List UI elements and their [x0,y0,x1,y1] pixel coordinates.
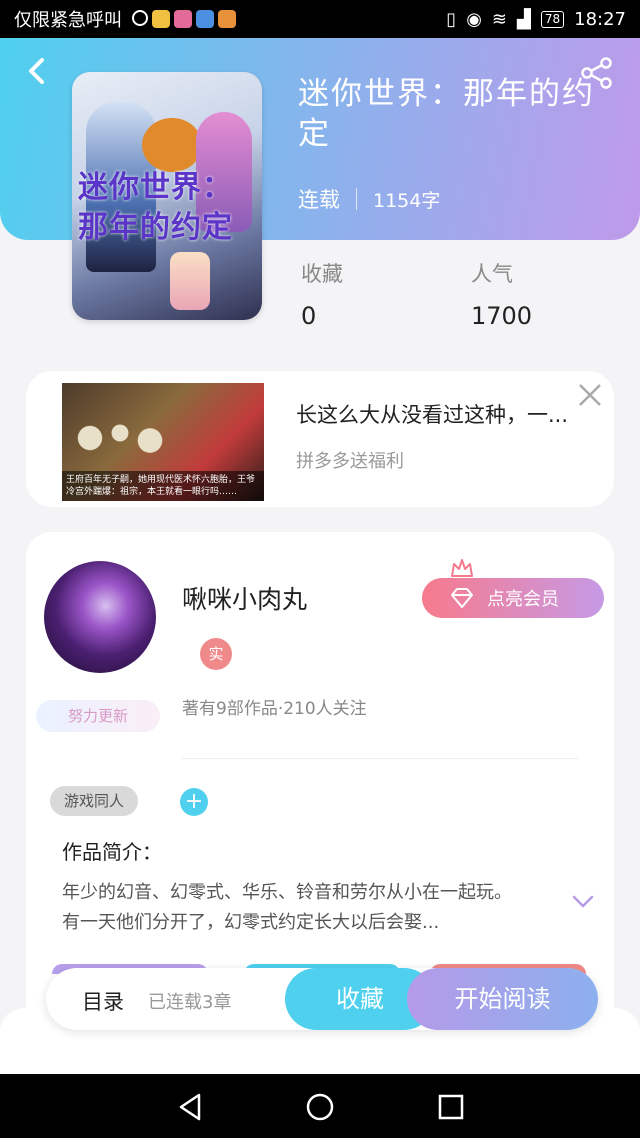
navigation-bar [0,1074,640,1138]
cover-title-text: 迷你世界：那年的约定 [78,170,233,245]
notification-icons [132,10,236,28]
crown-icon [451,559,473,577]
intro-label: 作品简介： [62,840,162,864]
cover-pumpkin-figure [142,118,202,172]
expand-intro-button[interactable] [572,894,594,908]
favorites-label: 收藏 [301,262,343,286]
chevron-left-icon [29,58,44,84]
app-icon-orange [218,10,236,28]
app-icon-pink [174,10,192,28]
author-stats: 著有9部作品·210人关注 [182,699,367,719]
clock: 18:27 [574,8,626,30]
author-name[interactable]: 啾咪小肉丸 [182,580,307,616]
eye-icon: ◉ [466,8,482,30]
ad-card[interactable]: 王府百年无子嗣，她用现代医术怀六胞胎，王爷冷宫外踹爆：祖宗，本王就看一眼行吗……… [26,371,614,507]
ad-image[interactable]: 王府百年无子嗣，她用现代医术怀六胞胎，王爷冷宫外踹爆：祖宗，本王就看一眼行吗…… [62,383,264,501]
meta-divider [356,188,357,210]
serial-status: 连载 [298,188,340,212]
chevron-down-icon [572,895,594,908]
popularity-value: 1700 [471,302,533,330]
close-icon [579,384,601,406]
ad-close-button[interactable] [576,381,604,409]
popularity-stat: 人气 1700 [471,258,532,330]
update-badge: 努力更新 [36,700,160,732]
app-icon-blue [196,10,214,28]
vibrate-icon: ▯ [446,8,457,30]
battery-icon: 78 [540,10,565,28]
ad-title[interactable]: 长这么大从没看过这种，一... [296,399,594,429]
start-reading-button[interactable]: 开始阅读 [407,968,598,1030]
nav-back-icon[interactable] [175,1092,205,1122]
status-bar: 仅限紧急呼叫 ▯ ◉ ≋ ▟ 78 18:27 [0,0,640,38]
book-cover-image[interactable]: 迷你世界：那年的约定 [72,72,262,320]
wifi-icon: ≋ [491,8,507,30]
author-avatar[interactable] [44,561,156,673]
diamond-icon [451,588,473,608]
wechat-icon [152,10,170,28]
favorites-stat: 收藏 0 [301,258,343,330]
ad-image-caption: 王府百年无子嗣，她用现代医术怀六胞胎，王爷冷宫外踹爆：祖宗，本王就看一眼行吗…… [62,471,264,501]
chapter-count[interactable]: 已连载3章 [148,988,231,1014]
ad-subtitle: 拼多多送福利 [296,451,404,472]
vip-button-label: 点亮会员 [487,589,559,610]
cover-doll-figure [170,252,210,310]
divider [182,758,578,759]
vip-button[interactable]: 点亮会员 [422,578,604,618]
intro-text: 年少的幻音、幻零式、华乐、铃音和劳尔从小在一起玩。有一天他们分开了，幻零式约定长… [62,882,512,933]
nav-recents-icon[interactable] [436,1092,466,1122]
tag-game-fanfic[interactable]: 游戏同人 [50,786,139,816]
book-title: 迷你世界：那年的约定 [298,76,595,152]
app-notification-icon [132,10,148,26]
real-name-badge: 实 [200,638,232,670]
word-count: 1154字 [373,189,441,212]
ad-image-babies [70,413,170,463]
back-button[interactable] [22,56,52,86]
bottom-action-bar: 目录 已连载3章 收藏 开始阅读 [46,968,598,1030]
book-meta: 连载 1154字 [298,184,440,214]
add-tag-button[interactable]: + [180,788,208,816]
status-text: 仅限紧急呼叫 [14,10,122,31]
toc-button[interactable]: 目录 [82,986,124,1016]
popularity-label: 人气 [471,262,513,286]
favorites-value: 0 [301,302,317,330]
signal-icon: ▟ [517,8,531,30]
nav-home-icon[interactable] [305,1092,335,1122]
